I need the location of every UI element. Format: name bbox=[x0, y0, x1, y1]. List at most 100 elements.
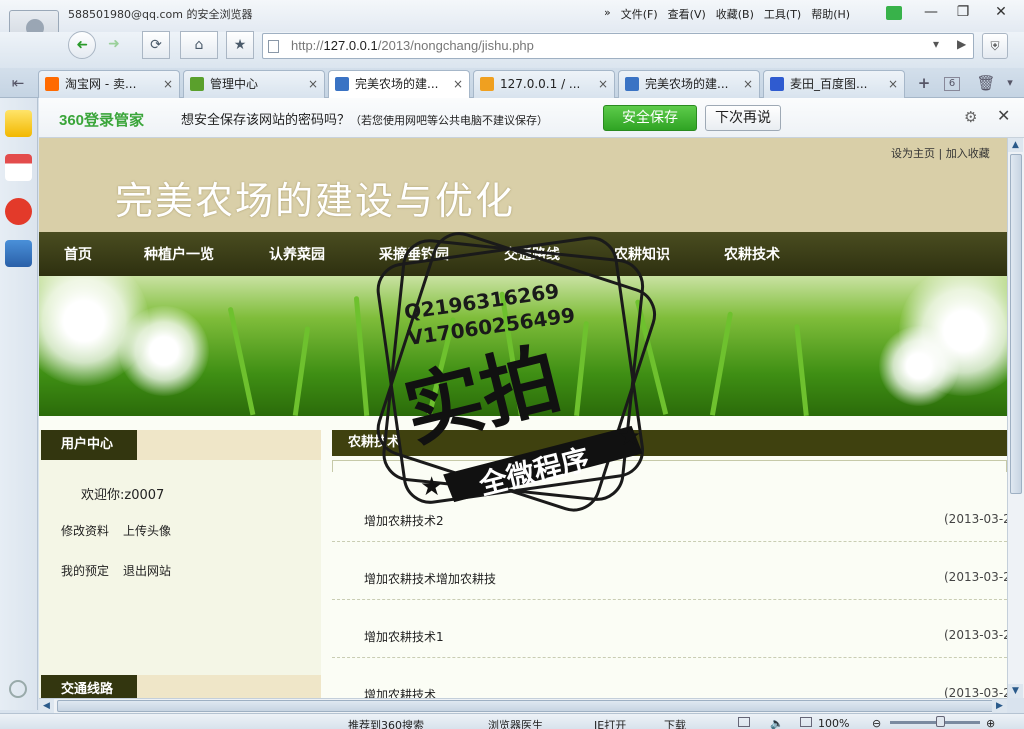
download-button[interactable]: 下载 bbox=[664, 717, 686, 729]
zoom-out-icon[interactable]: ⊖ bbox=[872, 717, 881, 729]
article-title[interactable]: 增加农耕技术增加农耕技 bbox=[364, 570, 496, 587]
chevron-down-icon[interactable]: ▾ bbox=[933, 37, 939, 51]
secure-save-button[interactable]: 安全保存 bbox=[603, 105, 697, 131]
tab-admin[interactable]: 管理中心 × bbox=[183, 70, 325, 98]
trash-icon[interactable]: 🗑 bbox=[974, 72, 998, 94]
menu-view[interactable]: 查看(V) bbox=[668, 6, 706, 22]
gear-icon[interactable]: ⚙ bbox=[964, 108, 977, 126]
home-button[interactable]: ⌂ bbox=[180, 31, 218, 59]
tab-farm-active[interactable]: 完美农场的建... × bbox=[328, 70, 470, 99]
user-center-panel: 用户中心 欢迎你:z0007 修改资料 上传头像 我的预定 退出网站 交通线路 bbox=[39, 430, 321, 698]
scroll-down-icon[interactable]: ▼ bbox=[1008, 684, 1023, 698]
menu-file[interactable]: 文件(F) bbox=[621, 6, 658, 22]
refresh-button[interactable]: ⟳ bbox=[142, 31, 170, 59]
back-arrow-icon: ➜ bbox=[76, 37, 88, 53]
menu-help[interactable]: 帮助(H) bbox=[811, 6, 850, 22]
menu-favorites[interactable]: 收藏(B) bbox=[716, 6, 754, 22]
article-row[interactable]: 增加农耕技术2 (2013-03-2 bbox=[332, 502, 1007, 542]
page-tab-icon bbox=[335, 77, 349, 91]
tab-menu-icon[interactable]: ▾ bbox=[998, 72, 1022, 94]
edit-profile-link[interactable]: 修改资料 bbox=[61, 522, 109, 539]
close-window-button[interactable]: ✕ bbox=[984, 1, 1018, 23]
zoom-slider-thumb[interactable] bbox=[935, 716, 945, 727]
close-tab-icon[interactable]: × bbox=[163, 71, 173, 97]
scroll-right-icon[interactable]: ▶ bbox=[992, 699, 1007, 713]
traffic-header: 交通线路 bbox=[41, 675, 321, 698]
article-title[interactable]: 增加农耕技术2 bbox=[364, 512, 444, 529]
close-icon[interactable]: ✕ bbox=[997, 106, 1010, 125]
close-tab-icon[interactable]: × bbox=[888, 71, 898, 97]
logout-link[interactable]: 退出网站 bbox=[123, 562, 171, 579]
article-title[interactable]: 增加农耕技术 bbox=[364, 686, 436, 698]
back-button[interactable]: ➜ bbox=[68, 31, 96, 59]
web-page: 设为主页 | 加入收藏 完美农场的建设与优化 首页 种植户一览 认养菜园 采摘垂… bbox=[39, 138, 1007, 698]
grass-banner-image bbox=[39, 276, 1007, 416]
scroll-up-icon[interactable]: ▲ bbox=[1008, 138, 1023, 152]
article-title[interactable]: 增加农耕技术1 bbox=[364, 628, 444, 645]
tab-localhost[interactable]: 127.0.0.1 / ... × bbox=[473, 70, 615, 98]
tab-baidu-images[interactable]: 麦田_百度图... × bbox=[763, 70, 905, 98]
scroll-thumb[interactable] bbox=[57, 700, 997, 712]
tab-farm[interactable]: 完美农场的建... × bbox=[618, 70, 760, 98]
menu-tools[interactable]: 工具(T) bbox=[764, 6, 801, 22]
open-in-ie[interactable]: IE打开 bbox=[594, 717, 626, 729]
browser-doctor[interactable]: 浏览器医生 bbox=[488, 717, 543, 729]
article-subheader bbox=[332, 460, 1007, 472]
recommend-360-search[interactable]: 推荐到360搜索 bbox=[348, 717, 424, 729]
scroll-thumb[interactable] bbox=[1010, 154, 1022, 494]
tab-count-icon[interactable]: 6 bbox=[944, 77, 960, 91]
article-date: (2013-03-2 bbox=[944, 512, 1007, 526]
news-icon[interactable] bbox=[5, 154, 32, 181]
vertical-scrollbar[interactable]: ▲ ▼ bbox=[1007, 138, 1024, 698]
close-tab-icon[interactable]: × bbox=[598, 71, 608, 97]
close-tab-icon[interactable]: × bbox=[453, 71, 463, 97]
favorite-button[interactable]: ★ bbox=[226, 31, 254, 59]
360-logo: 360登录管家 bbox=[59, 112, 145, 129]
restore-button[interactable]: ❐ bbox=[946, 1, 980, 23]
shield-icon: ⛨ bbox=[990, 39, 1000, 53]
later-button[interactable]: 下次再说 bbox=[705, 105, 781, 131]
horizontal-scrollbar[interactable]: ◀ ▶ bbox=[39, 698, 1007, 713]
password-prompt: 想安全保存该网站的密码吗？（若您使用网吧等公共电脑不建议保存） bbox=[181, 113, 549, 128]
forward-button[interactable]: ➜ bbox=[100, 31, 128, 59]
zoom-level[interactable]: 100% bbox=[818, 717, 849, 729]
favorites-star-icon[interactable] bbox=[5, 110, 32, 137]
nav-farming-tech[interactable]: 农耕技术 bbox=[724, 244, 780, 264]
article-row[interactable]: 增加农耕技术 (2013-03-2 bbox=[332, 676, 1007, 698]
browser-sidebar bbox=[0, 98, 38, 710]
settings-gear-icon[interactable] bbox=[9, 680, 27, 698]
screen-icon[interactable] bbox=[738, 717, 750, 727]
new-tab-button[interactable]: + bbox=[912, 72, 936, 94]
zoom-mode-icon[interactable] bbox=[800, 717, 812, 727]
close-tab-icon[interactable]: × bbox=[308, 71, 318, 97]
skin-icon[interactable] bbox=[886, 6, 902, 20]
user-center-header: 用户中心 bbox=[41, 430, 321, 460]
scroll-left-icon[interactable]: ◀ bbox=[39, 699, 54, 713]
phone-icon[interactable] bbox=[5, 240, 32, 267]
nav-home[interactable]: 首页 bbox=[64, 244, 92, 264]
article-row[interactable]: 增加农耕技术增加农耕技 (2013-03-2 bbox=[332, 560, 1007, 600]
weibo-icon[interactable] bbox=[5, 198, 32, 225]
menu-bar: » 文件(F) 查看(V) 收藏(B) 工具(T) 帮助(H) bbox=[604, 6, 850, 22]
speaker-icon[interactable]: 🔈 bbox=[770, 717, 784, 729]
article-row[interactable]: 增加农耕技术1 (2013-03-2 bbox=[332, 618, 1007, 658]
security-shield-button[interactable]: ⛨ bbox=[982, 33, 1008, 59]
address-bar[interactable]: http://127.0.0.1/2013/nongchang/jishu.ph… bbox=[262, 33, 974, 59]
zoom-in-icon[interactable]: ⊕ bbox=[986, 717, 995, 729]
nav-adopt-garden[interactable]: 认养菜园 bbox=[269, 244, 325, 264]
page-icon bbox=[268, 40, 279, 53]
tab-taobao[interactable]: 淘宝网 - 卖... × bbox=[38, 70, 180, 98]
minimize-button[interactable]: — bbox=[914, 1, 948, 23]
my-booking-link[interactable]: 我的预定 bbox=[61, 562, 109, 579]
sidebar-toggle-icon[interactable]: ⇤ bbox=[6, 72, 30, 94]
go-icon[interactable]: ▶ bbox=[957, 37, 966, 51]
nav-traffic[interactable]: 交通路线 bbox=[504, 244, 560, 264]
nav-farming-knowledge[interactable]: 农耕知识 bbox=[614, 244, 670, 264]
upload-avatar-link[interactable]: 上传头像 bbox=[123, 522, 171, 539]
nav-picking-fishing[interactable]: 采摘垂钓园 bbox=[379, 244, 449, 264]
top-links[interactable]: 设为主页 | 加入收藏 bbox=[891, 145, 990, 161]
menu-more-icon[interactable]: » bbox=[604, 6, 611, 22]
nav-growers[interactable]: 种植户一览 bbox=[144, 244, 214, 264]
close-tab-icon[interactable]: × bbox=[743, 71, 753, 97]
url-text[interactable]: http://127.0.0.1/2013/nongchang/jishu.ph… bbox=[291, 38, 534, 53]
